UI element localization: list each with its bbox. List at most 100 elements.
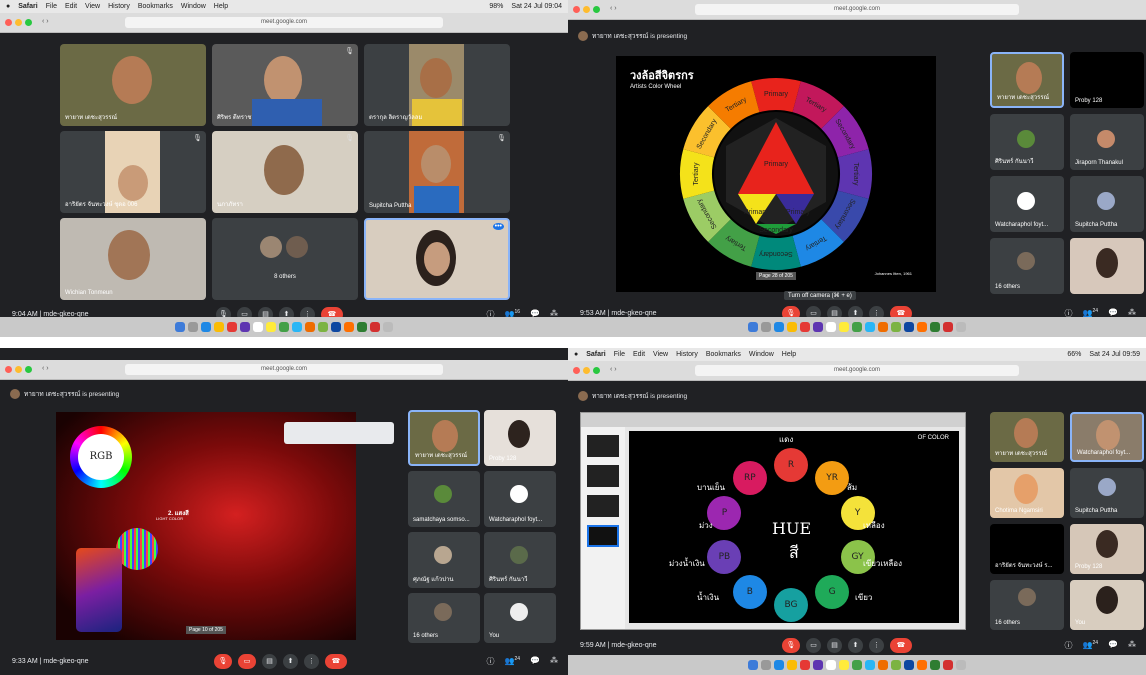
notes-icon[interactable] <box>266 322 276 332</box>
chrome-icon[interactable] <box>787 660 797 670</box>
address-bar[interactable]: meet.google.com <box>695 365 1019 376</box>
info-icon[interactable]: ⓘ <box>1065 640 1073 651</box>
finder-icon[interactable] <box>748 660 758 670</box>
photoshop-icon[interactable] <box>904 660 914 670</box>
chrome-icon[interactable] <box>214 322 224 332</box>
app-icon[interactable] <box>800 322 810 332</box>
menu-view[interactable]: View <box>653 351 668 358</box>
calendar-icon[interactable] <box>253 322 263 332</box>
photoshop-icon[interactable] <box>331 322 341 332</box>
app-icon[interactable] <box>292 322 302 332</box>
minimize-window-button[interactable] <box>583 367 590 374</box>
trash-icon[interactable] <box>956 660 966 670</box>
address-bar[interactable]: meet.google.com <box>124 17 444 28</box>
finder-icon[interactable] <box>748 322 758 332</box>
video-tile[interactable]: ศุภณัฐ แก้วปาน <box>408 532 480 588</box>
excel-icon[interactable] <box>930 322 940 332</box>
camera-button[interactable]: ▭ <box>806 637 821 653</box>
video-tile[interactable]: อาริยัตร จันทะวงษ์ ร... <box>990 524 1064 574</box>
menu-bookmarks[interactable]: Bookmarks <box>706 351 741 358</box>
menu-safari[interactable]: Safari <box>586 351 605 358</box>
video-tile[interactable]: Proby 128 <box>484 410 556 466</box>
trash-icon[interactable] <box>956 322 966 332</box>
zoom-window-button[interactable] <box>593 6 600 13</box>
app-icon[interactable] <box>878 322 888 332</box>
close-window-button[interactable] <box>5 19 12 26</box>
video-tile[interactable]: ตรากุล ลิตราญวัลลม <box>364 44 510 126</box>
video-tile[interactable]: 🎙 ศิริพร ดีทราช <box>212 44 358 126</box>
chat-icon[interactable]: 💬 <box>530 656 540 667</box>
video-tile[interactable]: Watcharaphol foyt... <box>990 176 1064 232</box>
menu-window[interactable]: Window <box>749 351 774 358</box>
launchpad-icon[interactable] <box>761 660 771 670</box>
present-button[interactable]: ⬆ <box>848 637 863 653</box>
app-icon[interactable] <box>240 322 250 332</box>
video-tile[interactable]: Chotima Ngamsiri <box>990 468 1064 518</box>
more-options-button[interactable]: ⋮ <box>869 637 884 653</box>
others-tile[interactable]: 8 others <box>212 218 358 300</box>
chat-icon[interactable]: 💬 <box>1108 640 1118 651</box>
menu-history[interactable]: History <box>108 3 130 10</box>
menu-bookmarks[interactable]: Bookmarks <box>138 3 173 10</box>
illustrator-icon[interactable] <box>344 322 354 332</box>
minimize-window-button[interactable] <box>15 366 22 373</box>
excel-icon[interactable] <box>930 660 940 670</box>
menu-edit[interactable]: Edit <box>633 351 645 358</box>
illustrator-icon[interactable] <box>917 660 927 670</box>
notes-icon[interactable] <box>839 660 849 670</box>
app-icon[interactable] <box>891 322 901 332</box>
menu-edit[interactable]: Edit <box>65 3 77 10</box>
people-icon[interactable]: 👥24 <box>1083 640 1099 651</box>
video-tile[interactable]: 🎙 อาริยัตร จันทะวงษ์ ชุดอ 006 <box>60 131 206 213</box>
excel-icon[interactable] <box>357 322 367 332</box>
info-icon[interactable]: ⓘ <box>487 656 495 667</box>
minimize-window-button[interactable] <box>583 6 590 13</box>
app-icon[interactable] <box>852 322 862 332</box>
app-icon[interactable] <box>318 322 328 332</box>
calendar-icon[interactable] <box>826 660 836 670</box>
acrobat-icon[interactable] <box>370 322 380 332</box>
launchpad-icon[interactable] <box>188 322 198 332</box>
back-forward-icon[interactable]: ‹ › <box>42 18 49 25</box>
calendar-icon[interactable] <box>826 322 836 332</box>
video-tile[interactable]: 🎙 Supitcha Puttha <box>364 131 510 213</box>
apple-icon[interactable]: ● <box>6 3 10 10</box>
self-view-tile[interactable]: You <box>1070 580 1144 630</box>
app-icon[interactable] <box>800 660 810 670</box>
launchpad-icon[interactable] <box>761 322 771 332</box>
close-window-button[interactable] <box>573 367 580 374</box>
activities-icon[interactable]: ⁂ <box>1128 640 1136 651</box>
close-window-button[interactable] <box>573 6 580 13</box>
address-bar[interactable]: meet.google.com <box>695 4 1019 15</box>
app-icon[interactable] <box>878 660 888 670</box>
self-view-tile[interactable]: You <box>484 593 556 643</box>
video-tile[interactable]: Jiraporn Thanakul <box>1070 114 1144 170</box>
more-options-button[interactable]: ⋮ <box>304 653 319 669</box>
safari-icon[interactable] <box>774 322 784 332</box>
mic-off-button[interactable]: 🎙 <box>214 653 232 669</box>
menu-window[interactable]: Window <box>181 3 206 10</box>
camera-off-button[interactable]: ▭ <box>238 653 256 669</box>
apple-icon[interactable]: ● <box>574 351 578 358</box>
leave-call-button[interactable]: ☎ <box>325 653 347 669</box>
video-tile-active-speaker[interactable]: Watcharaphol foyt... <box>1070 412 1144 462</box>
video-tile[interactable]: ทายาท เดชะสุวรรณ์ <box>990 52 1064 108</box>
video-tile[interactable]: Proby 128 <box>1070 52 1144 108</box>
app-icon[interactable] <box>813 660 823 670</box>
people-icon[interactable]: 👥24 <box>505 656 521 667</box>
video-tile[interactable]: Supitcha Puttha <box>1070 176 1144 232</box>
menu-help[interactable]: Help <box>214 3 228 10</box>
illustrator-icon[interactable] <box>917 322 927 332</box>
acrobat-icon[interactable] <box>943 660 953 670</box>
app-icon[interactable] <box>865 322 875 332</box>
menu-help[interactable]: Help <box>782 351 796 358</box>
back-forward-icon[interactable]: ‹ › <box>610 366 617 373</box>
others-tile[interactable]: 16 others <box>990 238 1064 294</box>
notification-popup[interactable] <box>284 422 394 444</box>
minimize-window-button[interactable] <box>15 19 22 26</box>
leave-call-button[interactable]: ☎ <box>890 637 912 653</box>
video-tile[interactable]: ศิรินทร์ กันนาวี <box>484 532 556 588</box>
close-window-button[interactable] <box>5 366 12 373</box>
trash-icon[interactable] <box>383 322 393 332</box>
back-forward-icon[interactable]: ‹ › <box>610 5 617 12</box>
